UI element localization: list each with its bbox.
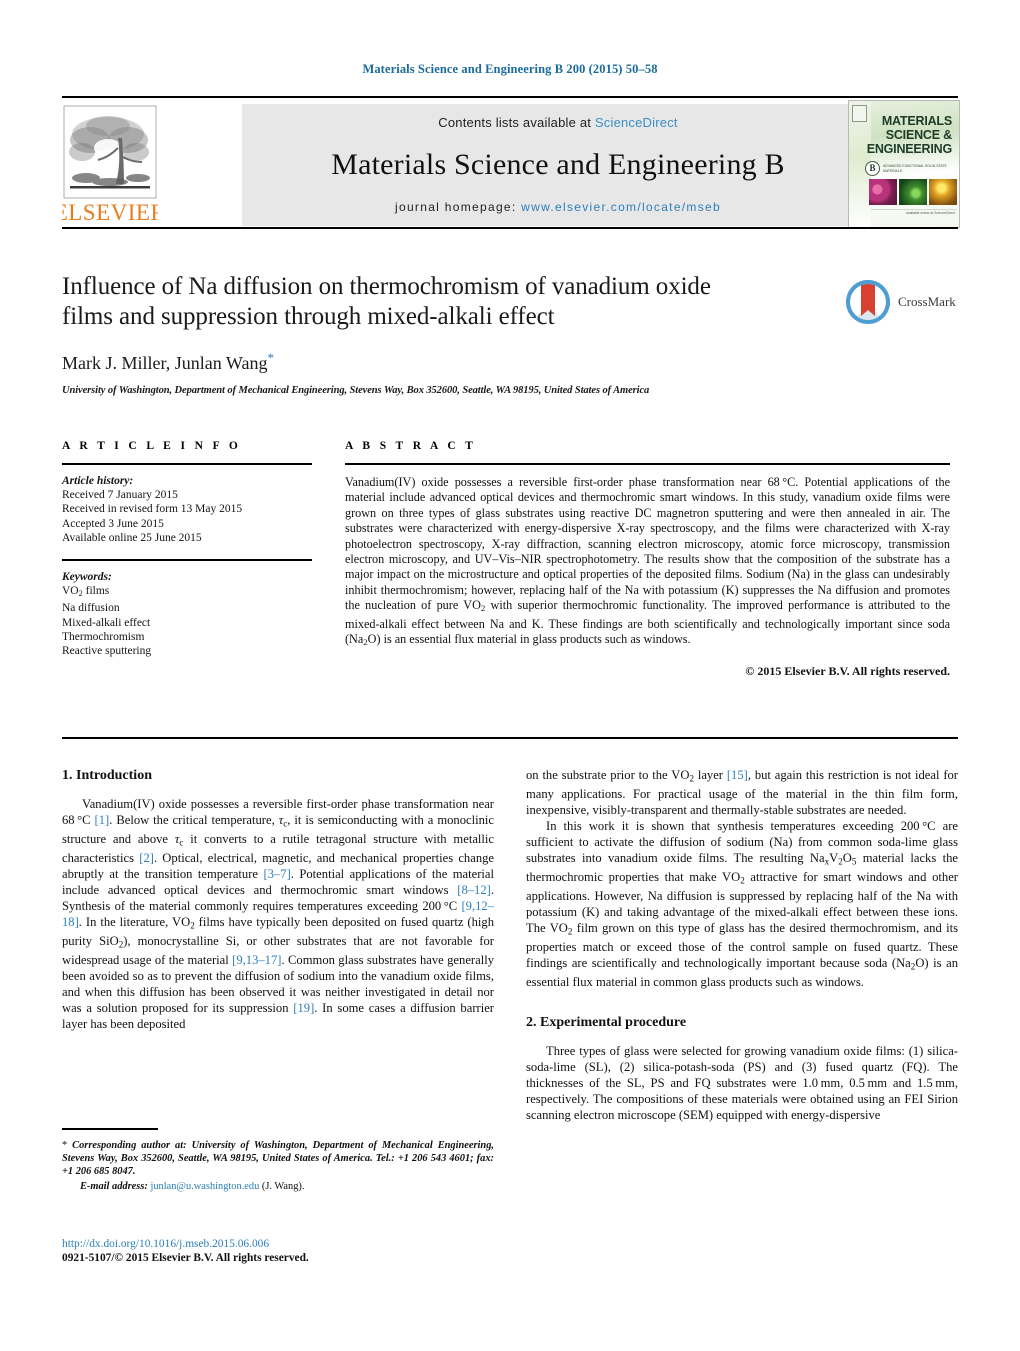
cover-title: MATERIALS SCIENCE & ENGINEERING [853,114,957,156]
sciencedirect-link[interactable]: ScienceDirect [595,115,678,130]
cover-micrograph-3 [929,179,957,205]
keyword-item: Na diffusion [62,602,120,615]
body-separator-rule [62,737,958,739]
section-heading-introduction: 1. Introduction [62,768,152,783]
citation-link[interactable]: [2] [139,851,154,865]
section-heading-experimental: 2. Experimental procedure [526,1015,687,1031]
masthead-top-rule [62,96,958,98]
running-head: Materials Science and Engineering B 200 … [362,62,658,76]
article-history-block: Article history: Received 7 January 2015… [62,474,312,545]
article-info-rule [62,463,312,465]
masthead-bottom-rule [62,227,958,229]
crossmark-icon [846,280,890,324]
cover-title-line1: MATERIALS [881,114,952,128]
cover-divider [871,209,957,210]
doi-block: http://dx.doi.org/10.1016/j.mseb.2015.06… [62,1237,494,1265]
author-names: Mark J. Miller, Junlan Wang [62,353,268,373]
body-column-right: on the substrate prior to the VO2 layer … [526,768,958,1124]
citation-link[interactable]: [9,12–18] [62,899,494,929]
cover-footer-text: available online at ScienceDirect [905,211,955,215]
footnote-block: * Corresponding author at: University of… [62,1128,494,1193]
author-list: Mark J. Miller, Junlan Wang* [62,350,958,374]
abstract-copyright: © 2015 Elsevier B.V. All rights reserved… [745,663,950,678]
experimental-paragraph-1: Three types of glass were selected for g… [526,1044,958,1122]
intro-paragraph-1: Vanadium(IV) oxide possesses a reversibl… [62,796,495,1031]
elsevier-tree-icon: ELSEVIER [54,105,166,225]
corresponding-author-marker: * [267,350,274,365]
email-note: E-mail address: junlan@u.washington.edu … [62,1180,494,1193]
title-block: Influence of Na diffusion on thermochrom… [62,272,958,396]
article-info-heading: A R T I C L E I N F O [62,440,242,452]
homepage-prefix: journal homepage: [395,200,517,214]
paper-page: Materials Science and Engineering B 200 … [0,0,1020,1351]
issn-copyright-line: 0921-5107/© 2015 Elsevier B.V. All right… [62,1252,309,1264]
abstract-column: A B S T R A C T Vanadium(IV) oxide posse… [345,440,950,679]
crossmark-badge[interactable]: CrossMark [846,280,958,326]
article-history-label: Article history: [62,475,134,487]
keywords-label: Keywords: [62,571,112,584]
cover-series-subtitle: ADVANCED FUNCTIONAL SOLID-STATE MATERIAL… [883,164,947,173]
homepage-url-link[interactable]: www.elsevier.com/locate/mseb [521,200,721,214]
keyword-item: Reactive sputtering [62,645,152,658]
footnote-marker: * [62,1139,68,1151]
journal-homepage-line: journal homepage: www.elsevier.com/locat… [242,200,874,214]
abstract-text: Vanadium(IV) oxide possesses a reversibl… [345,475,950,648]
history-item: Received in revised form 13 May 2015 [62,503,243,516]
contents-available-line: Contents lists available at ScienceDirec… [242,115,874,130]
intro-paragraph-1-continued: on the substrate prior to the VO2 layer … [526,768,959,818]
email-owner: (J. Wang). [261,1180,305,1192]
cover-series-letter: B [865,161,880,176]
footnote-rule [62,1128,158,1130]
crossmark-ribbon [861,284,875,316]
cover-micrograph-strip [869,179,957,205]
crossmark-icon-inner [850,284,886,320]
cover-micrograph-1 [869,179,897,205]
doi-link[interactable]: http://dx.doi.org/10.1016/j.mseb.2015.06… [62,1237,494,1251]
elsevier-wordmark: ELSEVIER [62,200,158,225]
crossmark-label: CrossMark [898,294,956,309]
keyword-item: Mixed-alkali effect [62,616,151,629]
body-column-left: 1. Introduction Vanadium(IV) oxide posse… [62,768,494,1033]
citation-link[interactable]: [1] [95,813,110,827]
page-title: Influence of Na diffusion on thermochrom… [62,273,711,330]
history-item: Available online 25 June 2015 [62,531,202,544]
article-info-column: A R T I C L E I N F O Article history: R… [62,440,312,658]
citation-link[interactable]: [19] [293,1001,314,1015]
history-item: Accepted 3 June 2015 [62,517,164,530]
citation-link[interactable]: [8–12] [457,883,491,897]
journal-title: Materials Science and Engineering B [331,148,785,181]
journal-cover-thumbnail: MATERIALS SCIENCE & ENGINEERING B ADVANC… [848,100,960,228]
keyword-item: VO2 films [62,585,110,599]
citation-link[interactable]: [3–7] [263,867,290,881]
cover-series-row: B ADVANCED FUNCTIONAL SOLID-STATE MATERI… [865,161,957,176]
citation-link[interactable]: [9,13–17] [232,953,281,967]
cover-title-line2: SCIENCE & [885,128,952,142]
journal-masthead: ELSEVIER Contents lists available at Sci… [54,96,960,229]
cover-title-line3: ENGINEERING [866,142,953,156]
keywords-rule [62,559,312,562]
email-link[interactable]: junlan@u.washington.edu [150,1181,259,1192]
abstract-rule [345,463,950,465]
masthead-center-band: Contents lists available at ScienceDirec… [242,104,874,226]
keywords-block: Keywords: VO2 films Na diffusion Mixed-a… [62,570,312,658]
cover-micrograph-2 [899,179,927,205]
history-item: Received 7 January 2015 [62,489,178,502]
keyword-item: Thermochromism [62,630,145,643]
affiliation: University of Washington, Department of … [62,385,650,396]
email-label: E-mail address: [80,1180,148,1192]
corresponding-author-text: Corresponding author at: University of W… [62,1139,494,1177]
abstract-heading: A B S T R A C T [345,440,477,452]
intro-paragraph-2: In this work it is shown that synthesis … [526,818,959,990]
citation-link[interactable]: [15] [727,768,748,782]
contents-prefix: Contents lists available at [438,115,592,130]
elsevier-logo: ELSEVIER [54,104,166,226]
corresponding-author-note: * Corresponding author at: University of… [62,1139,494,1178]
